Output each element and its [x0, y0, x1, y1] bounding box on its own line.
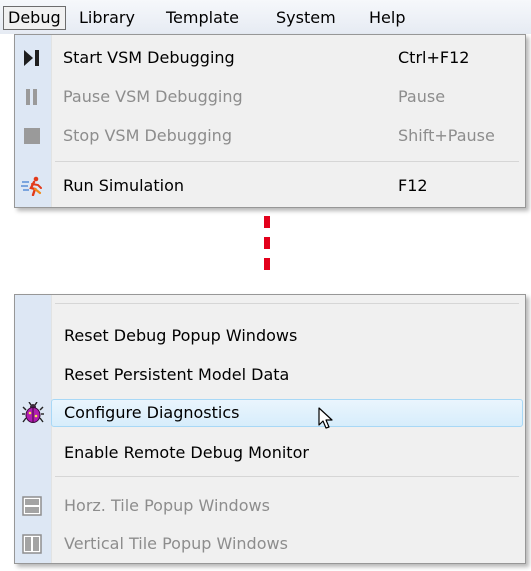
menu-bar: Debug Library Template System Help	[0, 0, 531, 34]
menu-item-shortcut: Shift+Pause	[398, 126, 495, 145]
menu-item-shortcut: F12	[398, 176, 428, 195]
continuation-connector	[264, 216, 270, 279]
vertical-tile-icon	[22, 534, 42, 554]
play-step-icon	[24, 50, 39, 66]
menu-item-horz-tile-popup-windows[interactable]: Horz. Tile Popup Windows	[15, 491, 525, 521]
menu-template[interactable]: Template	[166, 7, 239, 29]
menu-item-reset-debug-popup-windows[interactable]: Reset Debug Popup Windows	[15, 321, 525, 351]
menu-item-label: Enable Remote Debug Monitor	[64, 443, 309, 462]
menu-item-shortcut: Pause	[398, 87, 446, 106]
menu-item-label: Run Simulation	[63, 176, 184, 195]
menu-item-start-vsm-debugging[interactable]: Start VSM Debugging Ctrl+F12	[15, 43, 525, 73]
menu-item-label: Pause VSM Debugging	[63, 87, 243, 106]
menu-item-label: Vertical Tile Popup Windows	[64, 534, 288, 553]
menu-system[interactable]: System	[276, 7, 336, 29]
run-figure-icon	[21, 176, 42, 196]
menu-item-configure-diagnostics[interactable]: Configure Diagnostics	[15, 398, 525, 429]
pause-icon	[26, 89, 37, 105]
menu-separator	[55, 476, 519, 477]
debug-menu: Start VSM Debugging Ctrl+F12 Pause VSM D…	[14, 34, 526, 208]
menu-debug[interactable]: Debug	[3, 6, 66, 30]
menu-library[interactable]: Library	[79, 7, 135, 29]
menu-item-vertical-tile-popup-windows[interactable]: Vertical Tile Popup Windows	[15, 529, 525, 559]
menu-item-run-simulation[interactable]: Run Simulation F12	[15, 171, 525, 201]
menu-item-shortcut: Ctrl+F12	[398, 48, 470, 67]
debug-menu-continued: Reset Debug Popup Windows Reset Persiste…	[14, 294, 526, 564]
menu-separator	[55, 161, 519, 162]
menu-item-label: Reset Persistent Model Data	[64, 365, 290, 384]
menu-item-enable-remote-debug-monitor[interactable]: Enable Remote Debug Monitor	[15, 438, 525, 468]
menu-item-label: Stop VSM Debugging	[63, 126, 232, 145]
menu-help[interactable]: Help	[369, 7, 405, 29]
menu-item-stop-vsm-debugging[interactable]: Stop VSM Debugging Shift+Pause	[15, 121, 525, 151]
bug-icon	[22, 402, 44, 423]
menu-item-pause-vsm-debugging[interactable]: Pause VSM Debugging Pause	[15, 82, 525, 112]
menu-item-label: Horz. Tile Popup Windows	[64, 496, 270, 515]
menu-item-label: Configure Diagnostics	[64, 403, 240, 422]
stop-icon	[24, 128, 40, 144]
menu-item-reset-persistent-model-data[interactable]: Reset Persistent Model Data	[15, 360, 525, 390]
mouse-cursor-icon	[318, 407, 333, 429]
menu-item-label: Reset Debug Popup Windows	[64, 326, 298, 345]
menu-item-label: Start VSM Debugging	[63, 48, 235, 67]
menu-separator	[55, 303, 519, 304]
horizontal-tile-icon	[22, 496, 42, 516]
